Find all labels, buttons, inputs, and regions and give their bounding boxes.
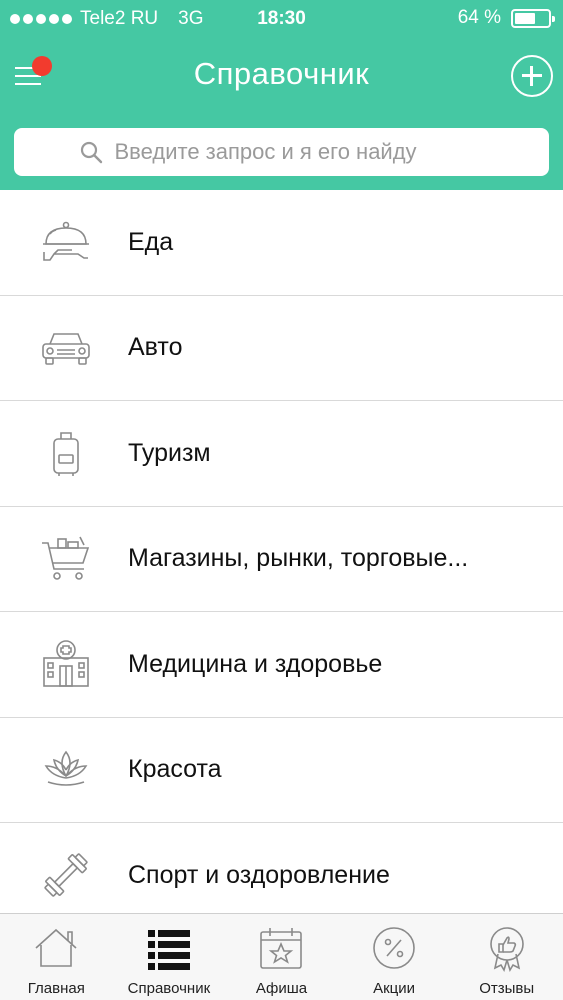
- tab-label: Главная: [27, 980, 85, 997]
- food-icon-wrap: [26, 212, 106, 272]
- lotus-icon: [44, 750, 88, 786]
- category-label: Спорт и оздоровление: [128, 860, 390, 889]
- nav-bar: Справочник: [0, 42, 563, 112]
- car-icon: [42, 332, 90, 365]
- status-right: 64 %: [457, 7, 555, 29]
- category-label: Туризм: [128, 438, 211, 467]
- status-bar: Tele2 RU 3G 18:30 64 %: [0, 0, 563, 38]
- house-icon: [35, 928, 77, 967]
- tab-afisha[interactable]: Афиша: [225, 914, 338, 1000]
- category-item-shops[interactable]: Магазины, рынки, торговые...: [0, 506, 563, 612]
- search-icon: [80, 141, 102, 164]
- category-item-auto[interactable]: Авто: [0, 295, 563, 401]
- category-label: Медицина и здоровье: [128, 649, 383, 678]
- tab-label: Афиша: [255, 980, 308, 997]
- page-title: Справочник: [193, 56, 370, 91]
- tab-reviews[interactable]: Отзывы: [450, 914, 563, 1000]
- battery-fill: [515, 12, 536, 24]
- sport-icon-wrap: [26, 845, 106, 905]
- medicine-icon-wrap: [26, 634, 106, 694]
- search-bar[interactable]: [14, 128, 549, 176]
- category-item-food[interactable]: Еда: [0, 190, 563, 296]
- beauty-icon-wrap: [26, 740, 106, 800]
- tab-promotions[interactable]: Акции: [338, 914, 451, 1000]
- tab-home[interactable]: Главная: [0, 914, 113, 1000]
- category-item-tourism[interactable]: Туризм: [0, 401, 563, 507]
- tab-label: Справочник: [127, 980, 211, 997]
- auto-icon-wrap: [26, 318, 106, 378]
- category-label: Авто: [128, 333, 183, 362]
- add-button[interactable]: [511, 55, 553, 97]
- tab-label: Отзывы: [479, 980, 535, 997]
- category-list: Еда Авто Туризм Магазины, рынки, торговы…: [0, 190, 563, 929]
- tab-bar: Главная Справочник Афиша Акции Отзывы: [0, 913, 563, 1000]
- tab-directory[interactable]: Справочник: [113, 914, 226, 1000]
- battery-icon: [511, 8, 555, 28]
- suitcase-icon: [53, 432, 79, 477]
- tab-label: Акции: [373, 980, 416, 997]
- percent-icon: [373, 927, 415, 969]
- category-label: Магазины, рынки, торговые...: [128, 544, 469, 573]
- search-input[interactable]: [114, 139, 485, 165]
- list-icon: [147, 930, 190, 970]
- hospital-icon: [43, 640, 89, 688]
- thumbs-up-icon: [489, 927, 524, 972]
- food-cloche-icon: [43, 221, 89, 262]
- tourism-icon-wrap: [26, 423, 106, 483]
- category-item-medicine[interactable]: Медицина и здоровье: [0, 612, 563, 718]
- category-label: Еда: [128, 227, 174, 256]
- calendar-star-icon: [260, 928, 303, 969]
- header: Tele2 RU 3G 18:30 64 % Справочник: [0, 0, 563, 190]
- shopping-cart-icon: [42, 536, 90, 580]
- category-label: Красота: [128, 755, 222, 784]
- dumbbell-icon: [44, 853, 88, 897]
- category-item-beauty[interactable]: Красота: [0, 717, 563, 823]
- shops-icon-wrap: [26, 529, 106, 589]
- battery-percent: 64 %: [457, 7, 501, 28]
